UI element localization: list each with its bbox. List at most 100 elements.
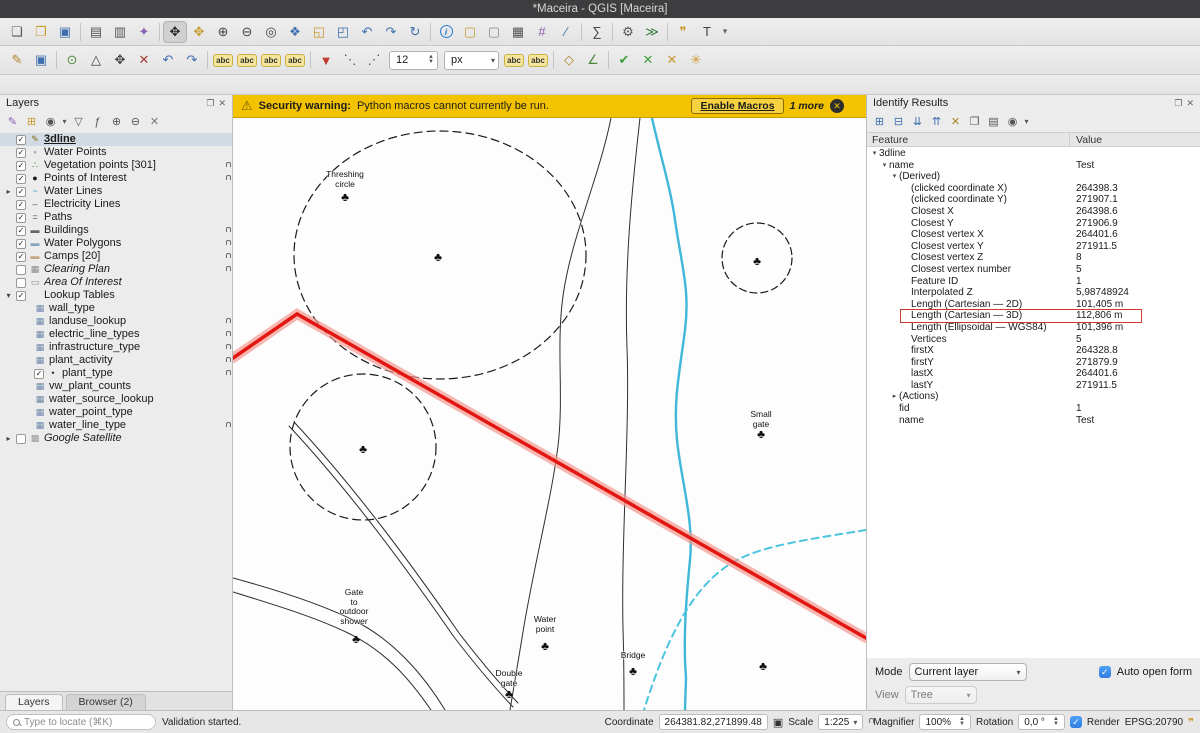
layer-clearing-plan[interactable]: ▦ Clearing Plan [0, 263, 232, 276]
zoom-to-selection-icon[interactable]: ◱ [307, 21, 331, 43]
identify-row[interactable]: lastY 271911.5 [867, 380, 1200, 392]
identify-row[interactable]: firstY 271879.9 [867, 357, 1200, 369]
identify-row[interactable]: Closest vertex Y 271911.5 [867, 241, 1200, 253]
style-manager-icon[interactable]: ✦ [132, 21, 156, 43]
deselect-features-icon[interactable]: ▢ [482, 21, 506, 43]
identify-row[interactable]: name Test [867, 415, 1200, 427]
identify-row[interactable]: Length (Cartesian — 2D) 101,405 m [867, 299, 1200, 311]
stepper-icon[interactable]: ▲▼ [1053, 717, 1059, 727]
vertex-tool-icon[interactable]: △ [84, 49, 108, 71]
redo-icon[interactable]: ↷ [180, 49, 204, 71]
expand-new-results-icon[interactable]: ⇊ [908, 113, 927, 131]
identify-row[interactable]: fid 1 [867, 403, 1200, 415]
identify-row[interactable]: Closest Y 271906.9 [867, 218, 1200, 230]
zoom-next-icon[interactable]: ↷ [379, 21, 403, 43]
layout-manager-icon[interactable]: ▥ [108, 21, 132, 43]
themes-caret-icon[interactable]: ▾ [60, 113, 69, 131]
crs-badge[interactable]: EPSG:20790 [1125, 717, 1183, 728]
identify-row[interactable]: ▾ 3dline [867, 148, 1200, 160]
layer-checkbox[interactable] [16, 278, 26, 288]
pan-map-icon[interactable]: ✥ [163, 21, 187, 43]
snapping-icon[interactable]: ◇ [557, 49, 581, 71]
clear-results-icon[interactable]: ✕ [946, 113, 965, 131]
table-water-point-type[interactable]: ▦ water_point_type [0, 406, 232, 419]
new-print-layout-icon[interactable]: ▤ [84, 21, 108, 43]
expander-icon[interactable]: ▸ [4, 432, 13, 445]
panel-close-icon[interactable]: ✕ [218, 98, 226, 109]
identify-row[interactable]: ▸ (Actions) [867, 391, 1200, 403]
zoom-to-layer-icon[interactable]: ◰ [331, 21, 355, 43]
layer-points-of-interest[interactable]: ✓ ● Points of Interest [0, 172, 232, 185]
expander-icon[interactable]: ▸ [890, 391, 899, 403]
filter-expression-icon[interactable]: ƒ [88, 113, 107, 131]
log-messages-icon[interactable]: ❞ [1188, 716, 1194, 729]
save-layer-edits-icon[interactable]: ▣ [29, 49, 53, 71]
new-project-icon[interactable]: ❏ [5, 21, 29, 43]
layer-water-polygons[interactable]: ✓ ▬ Water Polygons [0, 237, 232, 250]
banner-close-icon[interactable]: ✕ [830, 99, 844, 113]
locator-search-input[interactable]: Type to locate (⌘K) [6, 714, 156, 730]
identify-row[interactable]: Vertices 5 [867, 334, 1200, 346]
map-canvas[interactable]: ♣ ♣ ♣ ♣ ♣ ♣ ♣ ♣ [233, 118, 866, 710]
open-attribute-table-icon[interactable]: ▦ [506, 21, 530, 43]
expander-icon[interactable]: ▾ [880, 160, 889, 172]
highlight-labels-icon[interactable]: abc [283, 49, 307, 71]
enable-macros-button[interactable]: Enable Macros [691, 98, 783, 114]
layer-checkbox[interactable]: ✓ [16, 226, 26, 236]
table-water-line-type[interactable]: ▦ water_line_type [0, 419, 232, 432]
identify-row[interactable]: firstX 264328.8 [867, 345, 1200, 357]
layer-checkbox[interactable]: ✓ [16, 135, 26, 145]
identify-row[interactable]: Length (Ellipsoidal — WGS84) 101,396 m [867, 322, 1200, 334]
unit-combo[interactable]: px ▾ [444, 51, 499, 70]
layer-checkbox[interactable]: ✓ [16, 174, 26, 184]
collapse-all-icon[interactable]: ⊖ [126, 113, 145, 131]
layer-checkbox[interactable]: ✓ [16, 252, 26, 262]
identify-row[interactable]: (clicked coordinate X) 264398.3 [867, 183, 1200, 195]
move-label-icon[interactable]: abc [502, 49, 526, 71]
banner-more-link[interactable]: 1 more [790, 100, 824, 112]
add-group-icon[interactable]: ⊞ [22, 113, 41, 131]
field-calculator-icon[interactable]: # [530, 21, 554, 43]
mode-select[interactable]: Current layer ▾ [909, 663, 1027, 681]
stepper-icon[interactable]: ▲▼ [428, 55, 434, 65]
layer-checkbox[interactable] [16, 434, 26, 444]
identify-row[interactable]: lastX 264401.6 [867, 368, 1200, 380]
tracing-icon[interactable]: ∠ [581, 49, 605, 71]
auto-open-form-checkbox[interactable]: ✓ [1099, 666, 1111, 678]
stepper-icon[interactable]: ▲▼ [959, 717, 965, 727]
measure-icon[interactable]: ∕ [554, 21, 578, 43]
topology-error-icon[interactable]: ✕ [636, 49, 660, 71]
font-size-combo[interactable]: 12 ▲▼ [389, 51, 438, 70]
zoom-last-icon[interactable]: ↶ [355, 21, 379, 43]
table-water-source-lookup[interactable]: ▦ water_source_lookup [0, 393, 232, 406]
layer-checkbox[interactable]: ✓ [16, 239, 26, 249]
identify-row[interactable]: ▾ name Test [867, 160, 1200, 172]
feature-column-header[interactable]: Feature [867, 133, 1070, 146]
map-tips-icon[interactable]: ❞ [671, 21, 695, 43]
expander-icon[interactable]: ▾ [4, 289, 13, 302]
statistics-icon[interactable]: ∑ [585, 21, 609, 43]
table-landuse-lookup[interactable]: ▦ landuse_lookup [0, 315, 232, 328]
table-electric-line-types[interactable]: ▦ electric_line_types [0, 328, 232, 341]
star-icon[interactable]: ✳ [684, 49, 708, 71]
save-project-icon[interactable]: ▣ [53, 21, 77, 43]
table-wall-type[interactable]: ▦ wall_type [0, 302, 232, 315]
identify-row[interactable]: Interpolated Z 5,98748924 [867, 287, 1200, 299]
collapse-tree-icon[interactable]: ⊟ [889, 113, 908, 131]
print-response-icon[interactable]: ▤ [984, 113, 1003, 131]
zoom-native-icon[interactable]: ◎ [259, 21, 283, 43]
pan-to-selection-icon[interactable]: ✥ [187, 21, 211, 43]
identify-row[interactable]: Length (Cartesian — 3D) 112,806 m [867, 310, 1200, 322]
layer-checkbox[interactable]: ✓ [16, 213, 26, 223]
layer-water-points[interactable]: ✓ ◦ Water Points [0, 146, 232, 159]
layer-google-satellite[interactable]: ▸ ▩ Google Satellite [0, 432, 232, 445]
linked-label-icon[interactable]: ⋰ [362, 49, 386, 71]
identify-row[interactable]: (clicked coordinate Y) 271907.1 [867, 194, 1200, 206]
layer-paths[interactable]: ✓ = Paths [0, 211, 232, 224]
magnifier-spinner[interactable]: 100% ▲▼ [919, 714, 971, 730]
pin-labels-icon[interactable]: abc [259, 49, 283, 71]
layer-water-lines[interactable]: ▸ ✓ ~ Water Lines [0, 185, 232, 198]
table-vw-plant-counts[interactable]: ▦ vw_plant_counts [0, 380, 232, 393]
move-feature-icon[interactable]: ✥ [108, 49, 132, 71]
panel-close-icon[interactable]: ✕ [1186, 98, 1194, 109]
